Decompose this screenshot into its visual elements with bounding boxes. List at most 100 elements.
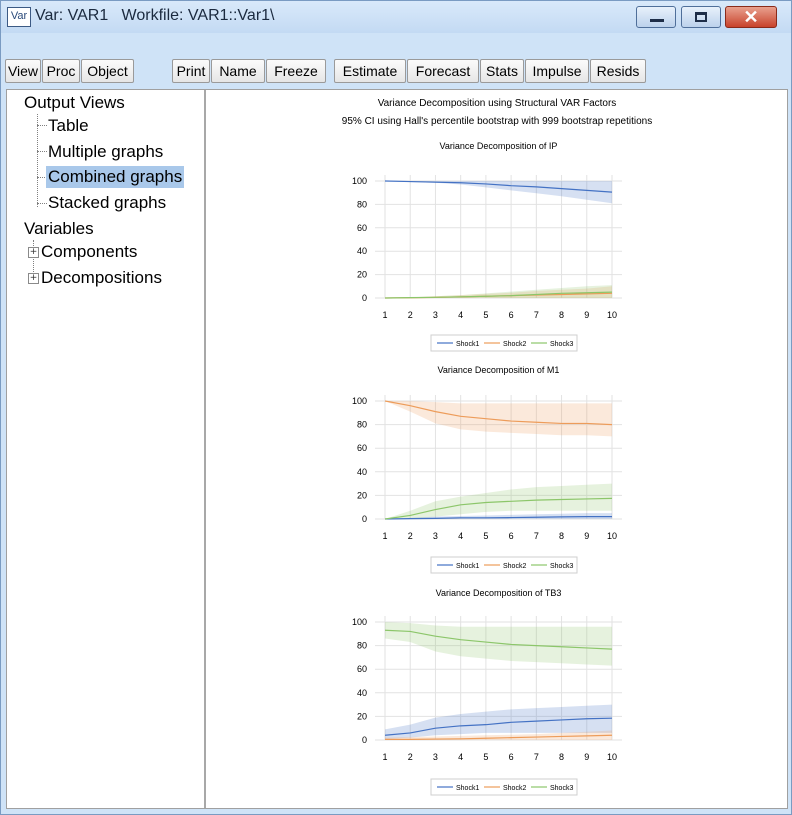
- y-tick-label: 80: [357, 641, 367, 651]
- close-icon: ✕: [743, 7, 759, 27]
- y-tick-label: 100: [352, 396, 367, 406]
- x-tick-label: 9: [584, 531, 589, 541]
- expand-components-icon[interactable]: +: [28, 247, 39, 258]
- x-tick-label: 1: [382, 310, 387, 320]
- view-button[interactable]: View: [5, 59, 41, 83]
- x-tick-label: 4: [458, 531, 463, 541]
- output-views-tree: Output Views Table Multiple graphs Combi…: [7, 90, 203, 808]
- x-tick-label: 2: [408, 531, 413, 541]
- y-tick-label: 0: [362, 735, 367, 745]
- x-tick-label: 5: [483, 531, 488, 541]
- y-tick-label: 60: [357, 443, 367, 453]
- legend-label-shock2: Shock2: [503, 341, 526, 348]
- tree-branch-line: [37, 151, 47, 152]
- estimate-button[interactable]: Estimate: [334, 59, 406, 83]
- charts-canvas: Variance Decomposition of IP020406080100…: [352, 141, 622, 796]
- y-tick-label: 20: [357, 490, 367, 500]
- y-tick-label: 60: [357, 664, 367, 674]
- tree-node-combined-graphs[interactable]: Combined graphs: [46, 166, 185, 188]
- tree-node-variables[interactable]: Variables: [24, 218, 94, 240]
- impulse-button[interactable]: Impulse: [525, 59, 589, 83]
- x-tick-label: 9: [584, 752, 589, 762]
- legend-label-shock3: Shock3: [550, 785, 573, 792]
- content-pane: Output Views Table Multiple graphs Combi…: [6, 89, 788, 809]
- tree-node-table[interactable]: Table: [48, 115, 89, 137]
- tree-node-multiple-graphs[interactable]: Multiple graphs: [48, 141, 163, 163]
- x-tick-label: 10: [607, 752, 617, 762]
- y-tick-label: 60: [357, 223, 367, 233]
- forecast-button[interactable]: Forecast: [407, 59, 479, 83]
- legend-label-shock2: Shock2: [503, 563, 526, 570]
- freeze-button[interactable]: Freeze: [266, 59, 326, 83]
- y-tick-label: 40: [357, 246, 367, 256]
- legend-label-shock1: Shock1: [456, 341, 479, 348]
- var-app-icon: Var: [7, 7, 31, 27]
- x-tick-label: 7: [534, 310, 539, 320]
- x-tick-label: 2: [408, 752, 413, 762]
- chart-title: Variance Decomposition of TB3: [436, 588, 562, 598]
- close-button[interactable]: ✕: [725, 6, 777, 28]
- maximize-icon: [695, 12, 707, 22]
- pane-splitter[interactable]: [204, 90, 206, 808]
- x-tick-label: 3: [433, 531, 438, 541]
- maximize-button[interactable]: [681, 6, 721, 28]
- confidence-band-shock2: [385, 401, 612, 437]
- tree-node-decompositions[interactable]: Decompositions: [41, 267, 162, 289]
- resids-button[interactable]: Resids: [590, 59, 646, 83]
- x-tick-label: 8: [559, 310, 564, 320]
- x-tick-label: 3: [433, 310, 438, 320]
- x-tick-label: 6: [509, 310, 514, 320]
- y-tick-label: 0: [362, 293, 367, 303]
- y-tick-label: 80: [357, 420, 367, 430]
- x-tick-label: 8: [559, 531, 564, 541]
- legend-label-shock3: Shock3: [550, 563, 573, 570]
- y-tick-label: 40: [357, 467, 367, 477]
- y-tick-label: 100: [352, 617, 367, 627]
- x-tick-label: 9: [584, 310, 589, 320]
- legend-label-shock3: Shock3: [550, 341, 573, 348]
- y-tick-label: 20: [357, 270, 367, 280]
- y-tick-label: 0: [362, 514, 367, 524]
- tree-node-output-views[interactable]: Output Views: [24, 92, 125, 114]
- x-tick-label: 3: [433, 752, 438, 762]
- legend-label-shock1: Shock1: [456, 563, 479, 570]
- tree-node-components[interactable]: Components: [41, 241, 137, 263]
- x-tick-label: 4: [458, 310, 463, 320]
- y-tick-label: 80: [357, 199, 367, 209]
- x-tick-label: 1: [382, 752, 387, 762]
- x-tick-label: 1: [382, 531, 387, 541]
- chart-title: Variance Decomposition of IP: [440, 141, 558, 151]
- var-window: Var Var: VAR1 Workfile: VAR1::Var1\ ✕ Vi…: [0, 0, 792, 815]
- tree-branch-line: [37, 125, 47, 126]
- name-button[interactable]: Name: [211, 59, 265, 83]
- x-tick-label: 7: [534, 752, 539, 762]
- x-tick-label: 10: [607, 531, 617, 541]
- stats-button[interactable]: Stats: [480, 59, 524, 83]
- tree-node-stacked-graphs[interactable]: Stacked graphs: [48, 192, 166, 214]
- legend-label-shock1: Shock1: [456, 785, 479, 792]
- x-tick-label: 6: [509, 531, 514, 541]
- x-tick-label: 7: [534, 531, 539, 541]
- y-tick-label: 100: [352, 176, 367, 186]
- graph-view: Variance Decomposition using Structural …: [207, 90, 787, 808]
- object-button[interactable]: Object: [81, 59, 134, 83]
- tree-guide-line: [33, 240, 34, 276]
- x-tick-label: 4: [458, 752, 463, 762]
- expand-decompositions-icon[interactable]: +: [28, 273, 39, 284]
- minimize-button[interactable]: [636, 6, 676, 28]
- legend-label-shock2: Shock2: [503, 785, 526, 792]
- proc-button[interactable]: Proc: [42, 59, 80, 83]
- x-tick-label: 8: [559, 752, 564, 762]
- x-tick-label: 2: [408, 310, 413, 320]
- window-title: Var: VAR1 Workfile: VAR1::Var1\: [35, 7, 275, 24]
- x-tick-label: 6: [509, 752, 514, 762]
- y-tick-label: 40: [357, 688, 367, 698]
- title-bar[interactable]: Var Var: VAR1 Workfile: VAR1::Var1\ ✕: [1, 1, 791, 33]
- x-tick-label: 10: [607, 310, 617, 320]
- print-button[interactable]: Print: [172, 59, 210, 83]
- y-tick-label: 20: [357, 711, 367, 721]
- x-tick-label: 5: [483, 310, 488, 320]
- minimize-icon: [650, 19, 664, 22]
- tree-branch-line: [37, 203, 47, 204]
- chart-title: Variance Decomposition of M1: [438, 365, 560, 375]
